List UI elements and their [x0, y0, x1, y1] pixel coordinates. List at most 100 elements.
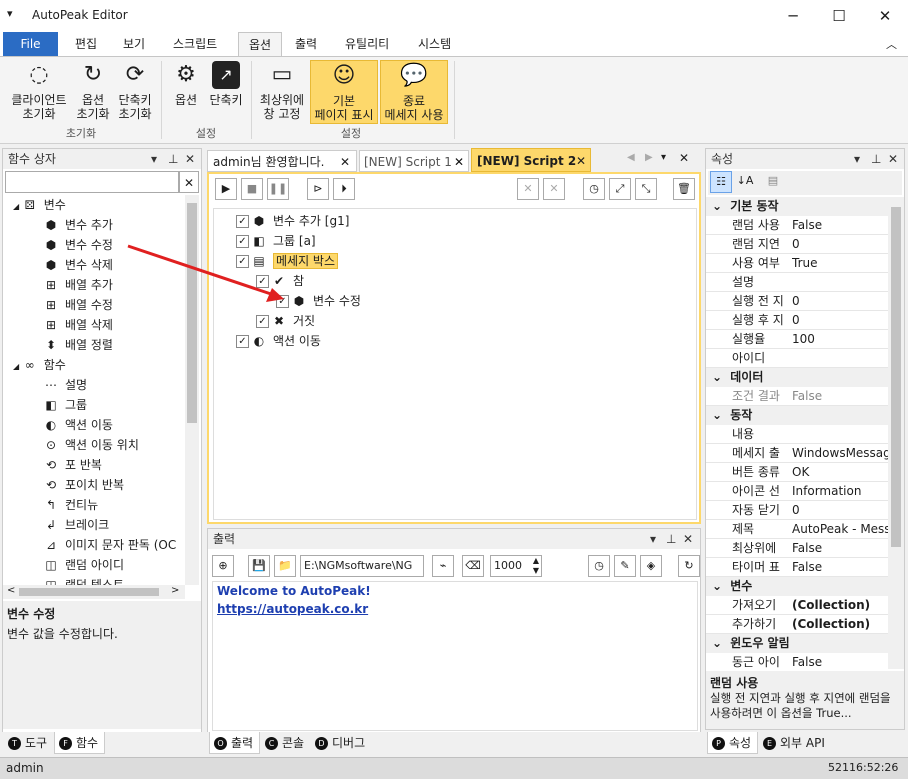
property-name: 아이콘 선: [732, 484, 780, 498]
pin-icon[interactable]: ⊥: [666, 529, 676, 549]
property-value[interactable]: (Collection): [792, 615, 888, 633]
output-bottom-tabs: O 출력 C 콘솔 D 디버그: [207, 732, 701, 754]
property-pages-button[interactable]: ▤: [762, 171, 784, 193]
property-row[interactable]: 가져오기 (Collection): [706, 596, 888, 615]
pin-icon[interactable]: ⊥: [871, 149, 881, 169]
close-icon[interactable]: ✕: [888, 149, 898, 169]
property-value[interactable]: 0: [792, 235, 888, 253]
property-row[interactable]: 랜덤 지연 0: [706, 235, 888, 254]
property-value[interactable]: AutoPeak - Messa: [792, 520, 888, 538]
property-row[interactable]: 내용: [706, 425, 888, 444]
console-icon: C: [265, 737, 278, 750]
property-row[interactable]: 실행 후 지 0: [706, 311, 888, 330]
property-scrollbar[interactable]: [888, 197, 904, 669]
property-row[interactable]: 제목 AutoPeak - Messa: [706, 520, 888, 539]
property-row[interactable]: 아이디: [706, 349, 888, 368]
property-row[interactable]: 동근 아이 False: [706, 653, 888, 669]
property-value[interactable]: False: [792, 653, 888, 669]
dropdown-icon[interactable]: ▾: [854, 149, 860, 169]
debug-icon: D: [315, 737, 328, 750]
chevron-down-icon[interactable]: ⌄: [706, 636, 730, 650]
property-name: 랜덤 지연: [732, 237, 780, 251]
categorized-button[interactable]: ☷: [710, 171, 732, 193]
welcome-text: Welcome to AutoPeak!: [217, 584, 371, 598]
refresh-button[interactable]: ↻: [678, 555, 700, 577]
scrollbar-thumb[interactable]: [891, 207, 901, 547]
open-folder-button[interactable]: 📁: [274, 555, 296, 577]
property-value[interactable]: False: [792, 539, 888, 557]
property-category[interactable]: ⌄ 데이터: [706, 368, 888, 387]
property-name: 버튼 종류: [732, 465, 780, 479]
property-name: 내용: [732, 427, 755, 441]
property-name: 설명: [732, 275, 755, 289]
property-value[interactable]: True: [792, 254, 888, 272]
fill-button[interactable]: ◈: [640, 555, 662, 577]
panel-header: 출력 ▾ ⊥ ✕: [208, 529, 700, 549]
property-row[interactable]: 랜덤 사용 False: [706, 216, 888, 235]
property-category[interactable]: ⌄ 윈도우 알림: [706, 634, 888, 653]
tab-external-api[interactable]: E 외부 API: [759, 732, 831, 754]
props-bottom-tabs: P 속성 E 외부 API: [705, 732, 905, 754]
property-name: 최상위에: [732, 541, 777, 555]
clean-button[interactable]: ⌁: [432, 555, 454, 577]
spin-icon[interactable]: ▲ ▼: [533, 556, 539, 576]
tab-label: 디버그: [332, 736, 366, 750]
property-row[interactable]: 자동 닫기 0: [706, 501, 888, 520]
property-grid: ⌄ 기본 동작 랜덤 사용 False 랜덤 지연 0 사용 여부 True 설명 실행 전 지…: [706, 197, 888, 669]
property-row[interactable]: 아이콘 선 Information: [706, 482, 888, 501]
property-value[interactable]: False: [792, 387, 888, 405]
property-row[interactable]: 추가하기 (Collection): [706, 615, 888, 634]
eraser-button[interactable]: ⌫: [462, 555, 484, 577]
property-row[interactable]: 조건 결과 False: [706, 387, 888, 406]
new-file-button[interactable]: ⊕: [212, 555, 234, 577]
property-row[interactable]: 실행 전 지 0: [706, 292, 888, 311]
property-value[interactable]: Information: [792, 482, 888, 500]
property-value[interactable]: 100: [792, 330, 888, 348]
property-row[interactable]: 최상위에 False: [706, 539, 888, 558]
property-row[interactable]: 메세지 출 WindowsMessage: [706, 444, 888, 463]
property-value[interactable]: 0: [792, 501, 888, 519]
property-row[interactable]: 실행율 100: [706, 330, 888, 349]
tab-properties[interactable]: P 속성: [707, 732, 759, 754]
panel-header: 속성 ▾ ⊥ ✕: [706, 149, 904, 169]
property-category[interactable]: ⌄ 동작: [706, 406, 888, 425]
tab-output-panel[interactable]: O 출력: [209, 732, 261, 754]
property-name: 조건 결과: [732, 389, 780, 403]
property-value[interactable]: False: [792, 558, 888, 576]
external-api-icon: E: [763, 737, 776, 750]
dropdown-icon[interactable]: ▾: [650, 529, 656, 549]
property-desc-title: 랜덤 사용: [710, 676, 759, 690]
property-row[interactable]: 버튼 종류 OK: [706, 463, 888, 482]
close-icon[interactable]: ✕: [683, 529, 693, 549]
property-value[interactable]: 0: [792, 311, 888, 329]
property-value[interactable]: (Collection): [792, 596, 888, 614]
property-category[interactable]: ⌄ 기본 동작: [706, 197, 888, 216]
property-row[interactable]: 설명: [706, 273, 888, 292]
property-name: 아이디: [732, 351, 766, 365]
property-row[interactable]: 사용 여부 True: [706, 254, 888, 273]
clock-button[interactable]: ◷: [588, 555, 610, 577]
property-value[interactable]: OK: [792, 463, 888, 481]
path-input[interactable]: E:\NGMsoftware\NG: [300, 555, 424, 577]
tab-debug[interactable]: D 디버그: [311, 732, 371, 754]
chevron-down-icon[interactable]: ⌄: [706, 199, 730, 213]
property-value[interactable]: WindowsMessage: [792, 444, 888, 462]
homepage-link[interactable]: https://autopeak.co.kr: [217, 602, 693, 616]
property-value[interactable]: 0: [792, 292, 888, 310]
chevron-down-icon[interactable]: ⌄: [706, 579, 730, 593]
property-category[interactable]: ⌄ 변수: [706, 577, 888, 596]
property-row[interactable]: 타이머 표 False: [706, 558, 888, 577]
property-value[interactable]: False: [792, 216, 888, 234]
save-button[interactable]: 💾: [248, 555, 270, 577]
properties-panel: 속성 ▾ ⊥ ✕ ☷ ↓A ▤ ⌄ 기본 동작 랜덤 사용 False 랜덤 지연 0 사…: [705, 148, 905, 730]
category-label: 데이터: [730, 370, 764, 384]
category-label: 동작: [730, 408, 753, 422]
tab-console[interactable]: C 콘솔: [261, 732, 310, 754]
sort-az-button[interactable]: ↓A: [734, 171, 756, 193]
brush-button[interactable]: ✎: [614, 555, 636, 577]
chevron-down-icon[interactable]: ⌄: [706, 370, 730, 384]
limit-number-input[interactable]: 1000 ▲ ▼: [490, 555, 542, 577]
property-name: 가져오기: [732, 598, 777, 612]
arrow-line: [127, 244, 275, 297]
chevron-down-icon[interactable]: ⌄: [706, 408, 730, 422]
